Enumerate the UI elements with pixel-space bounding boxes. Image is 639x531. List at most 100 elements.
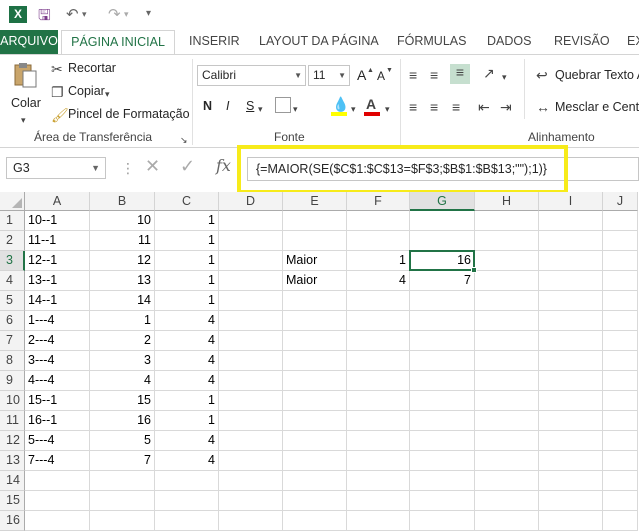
align-middle-icon[interactable]: ≡ — [430, 67, 438, 83]
cell-f6[interactable] — [347, 311, 410, 331]
row-header[interactable]: 12 — [0, 431, 25, 451]
cell-j9[interactable] — [603, 371, 638, 391]
cell-e5[interactable] — [283, 291, 347, 311]
copy-icon[interactable]: ❐ — [51, 84, 64, 100]
cell-g2[interactable] — [410, 231, 475, 251]
cell-j6[interactable] — [603, 311, 638, 331]
cell-g16[interactable] — [410, 511, 475, 531]
row-header[interactable]: 11 — [0, 411, 25, 431]
cell-g12[interactable] — [410, 431, 475, 451]
cell-f7[interactable] — [347, 331, 410, 351]
row-header[interactable]: 16 — [0, 511, 25, 531]
cell-h12[interactable] — [475, 431, 539, 451]
cell-d1[interactable] — [219, 211, 283, 231]
cell-c6[interactable]: 4 — [155, 311, 219, 331]
bold-button[interactable]: N — [203, 99, 212, 113]
cell-b8[interactable]: 3 — [90, 351, 155, 371]
cell-a2[interactable]: 11--1 — [25, 231, 90, 251]
redo-icon[interactable]: ↷ — [108, 5, 121, 23]
cell-i2[interactable] — [539, 231, 603, 251]
cell-f3[interactable]: 1 — [347, 251, 410, 271]
column-header-d[interactable]: D — [219, 192, 283, 211]
font-size-select[interactable]: 11 ▼ — [308, 65, 350, 86]
column-header-a[interactable]: A — [25, 192, 90, 211]
cell-d10[interactable] — [219, 391, 283, 411]
cell-c14[interactable] — [155, 471, 219, 491]
row-header[interactable]: 7 — [0, 331, 25, 351]
cell-e13[interactable] — [283, 451, 347, 471]
cell-a15[interactable] — [25, 491, 90, 511]
cell-b1[interactable]: 10 — [90, 211, 155, 231]
cell-f16[interactable] — [347, 511, 410, 531]
cell-h8[interactable] — [475, 351, 539, 371]
tab-exibir[interactable]: EX — [627, 30, 639, 54]
cell-g4[interactable]: 7 — [410, 271, 475, 291]
cell-i12[interactable] — [539, 431, 603, 451]
cell-e6[interactable] — [283, 311, 347, 331]
cell-d2[interactable] — [219, 231, 283, 251]
font-color-icon[interactable]: A — [366, 96, 376, 112]
orientation-dropdown-icon[interactable]: ▾ — [502, 69, 507, 85]
cell-e15[interactable] — [283, 491, 347, 511]
cell-i1[interactable] — [539, 211, 603, 231]
cell-b15[interactable] — [90, 491, 155, 511]
cell-c8[interactable]: 4 — [155, 351, 219, 371]
cell-e2[interactable] — [283, 231, 347, 251]
cell-g14[interactable] — [410, 471, 475, 491]
cell-i10[interactable] — [539, 391, 603, 411]
column-header-g[interactable]: G — [410, 192, 475, 211]
cell-f15[interactable] — [347, 491, 410, 511]
cell-a12[interactable]: 5---4 — [25, 431, 90, 451]
wrap-text-button[interactable]: Quebrar Texto A — [555, 68, 639, 82]
select-all-button[interactable] — [0, 192, 25, 211]
cell-f2[interactable] — [347, 231, 410, 251]
undo-dropdown-icon[interactable]: ▾ — [82, 9, 87, 20]
orientation-icon[interactable]: ↗ — [483, 65, 495, 81]
customize-icon[interactable]: ▾ — [146, 8, 151, 19]
cell-h9[interactable] — [475, 371, 539, 391]
merge-center-icon[interactable]: ↔ — [536, 99, 550, 115]
align-bottom-icon[interactable]: ≡ — [450, 64, 470, 84]
row-header[interactable]: 6 — [0, 311, 25, 331]
cell-h10[interactable] — [475, 391, 539, 411]
row-header[interactable]: 8 — [0, 351, 25, 371]
insert-function-button[interactable]: fx — [216, 158, 231, 174]
cell-c4[interactable]: 1 — [155, 271, 219, 291]
column-header-b[interactable]: B — [90, 192, 155, 211]
column-header-h[interactable]: H — [475, 192, 539, 211]
cell-i7[interactable] — [539, 331, 603, 351]
cell-c7[interactable]: 4 — [155, 331, 219, 351]
cell-i6[interactable] — [539, 311, 603, 331]
cell-h11[interactable] — [475, 411, 539, 431]
cell-a9[interactable]: 4---4 — [25, 371, 90, 391]
borders-dropdown-icon[interactable]: ▾ — [293, 101, 298, 117]
copy-dropdown-icon[interactable]: ▾ — [105, 86, 110, 102]
underline-dropdown-icon[interactable]: ▾ — [258, 101, 263, 117]
copy-button[interactable]: Copiar — [68, 84, 105, 98]
cell-j1[interactable] — [603, 211, 638, 231]
fill-color-dropdown-icon[interactable]: ▾ — [351, 101, 356, 117]
tab-pagina-inicial[interactable]: PÁGINA INICIAL — [61, 30, 175, 55]
cell-g7[interactable] — [410, 331, 475, 351]
cell-d5[interactable] — [219, 291, 283, 311]
cell-h14[interactable] — [475, 471, 539, 491]
cell-d16[interactable] — [219, 511, 283, 531]
row-header[interactable]: 1 — [0, 211, 25, 231]
cell-d12[interactable] — [219, 431, 283, 451]
column-header-e[interactable]: E — [283, 192, 347, 211]
cell-f1[interactable] — [347, 211, 410, 231]
cell-a11[interactable]: 16--1 — [25, 411, 90, 431]
cell-e10[interactable] — [283, 391, 347, 411]
cell-a14[interactable] — [25, 471, 90, 491]
cell-f12[interactable] — [347, 431, 410, 451]
cell-f14[interactable] — [347, 471, 410, 491]
row-header[interactable]: 2 — [0, 231, 25, 251]
cell-h6[interactable] — [475, 311, 539, 331]
font-color-dropdown-icon[interactable]: ▾ — [385, 101, 390, 117]
cell-g1[interactable] — [410, 211, 475, 231]
cell-d3[interactable] — [219, 251, 283, 271]
grow-font-button[interactable]: A — [357, 67, 366, 83]
cell-j2[interactable] — [603, 231, 638, 251]
cell-i3[interactable] — [539, 251, 603, 271]
cell-c2[interactable]: 1 — [155, 231, 219, 251]
